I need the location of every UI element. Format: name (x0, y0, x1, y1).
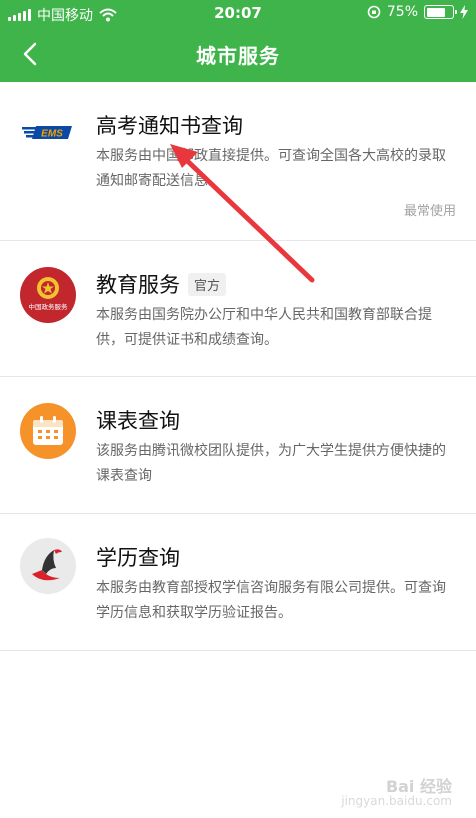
ems-logo: EMS (20, 104, 80, 160)
charging-icon (460, 5, 468, 19)
frequency-label: 最常使用 (403, 204, 456, 219)
service-item-gaokao-notice[interactable]: EMS 高考通知书查询 本服务由中国邮政直接提供。可查询全国各大高校的录取通知邮… (0, 82, 476, 241)
service-description: 该服务由腾讯微校团队提供，为广大学生提供方便快捷的课表查询 (96, 443, 446, 484)
battery-fill (426, 7, 446, 17)
battery-icon (424, 5, 457, 19)
nav-bar: 城市服务 (0, 26, 476, 82)
page-title: 城市服务 (196, 44, 280, 68)
service-name: 课表查询 (96, 409, 180, 433)
svg-text:中国政务服务: 中国政务服务 (29, 302, 69, 311)
service-item-education[interactable]: 中国政务服务 教育服务 官方 本服务由国务院办公厅和中华人民共和国教育部联合提供… (0, 241, 476, 377)
battery-percent: 75% (386, 4, 418, 20)
watermark: Bai 经验 jingyan.baidu.com (341, 777, 452, 809)
service-name: 高考通知书查询 (96, 114, 243, 138)
calendar-icon (20, 403, 76, 459)
watermark-logo: Bai 经验 (385, 777, 452, 796)
service-list: EMS 高考通知书查询 本服务由中国邮政直接提供。可查询全国各大高校的录取通知邮… (0, 82, 476, 651)
service-description: 本服务由中国邮政直接提供。可查询全国各大高校的录取通知邮寄配送信息。 (96, 148, 446, 189)
service-description: 本服务由国务院办公厅和中华人民共和国教育部联合提供，可提供证书和成绩查询。 (96, 307, 432, 348)
service-description: 本服务由教育部授权学信咨询服务有限公司提供。可查询学历信息和获取学历验证报告。 (96, 580, 446, 621)
service-item-degree-check[interactable]: 学历查询 本服务由教育部授权学信咨询服务有限公司提供。可查询学历信息和获取学历验… (0, 514, 476, 651)
svg-text:EMS: EMS (41, 129, 63, 140)
service-item-timetable[interactable]: 课表查询 该服务由腾讯微校团队提供，为广大学生提供方便快捷的课表查询 (0, 377, 476, 514)
official-tag: 官方 (188, 272, 227, 296)
service-name: 教育服务 (96, 273, 180, 297)
government-emblem-icon: 中国政务服务 (20, 267, 76, 323)
rotation-lock-icon (367, 5, 381, 19)
status-right: 75% (367, 4, 468, 20)
service-name: 学历查询 (96, 546, 180, 570)
watermark-url: jingyan.baidu.com (341, 794, 452, 808)
service-name-row: 教育服务 官方 (96, 269, 227, 299)
status-bar: 中国移动 20:07 75% (0, 0, 476, 26)
chsi-logo (20, 538, 76, 594)
